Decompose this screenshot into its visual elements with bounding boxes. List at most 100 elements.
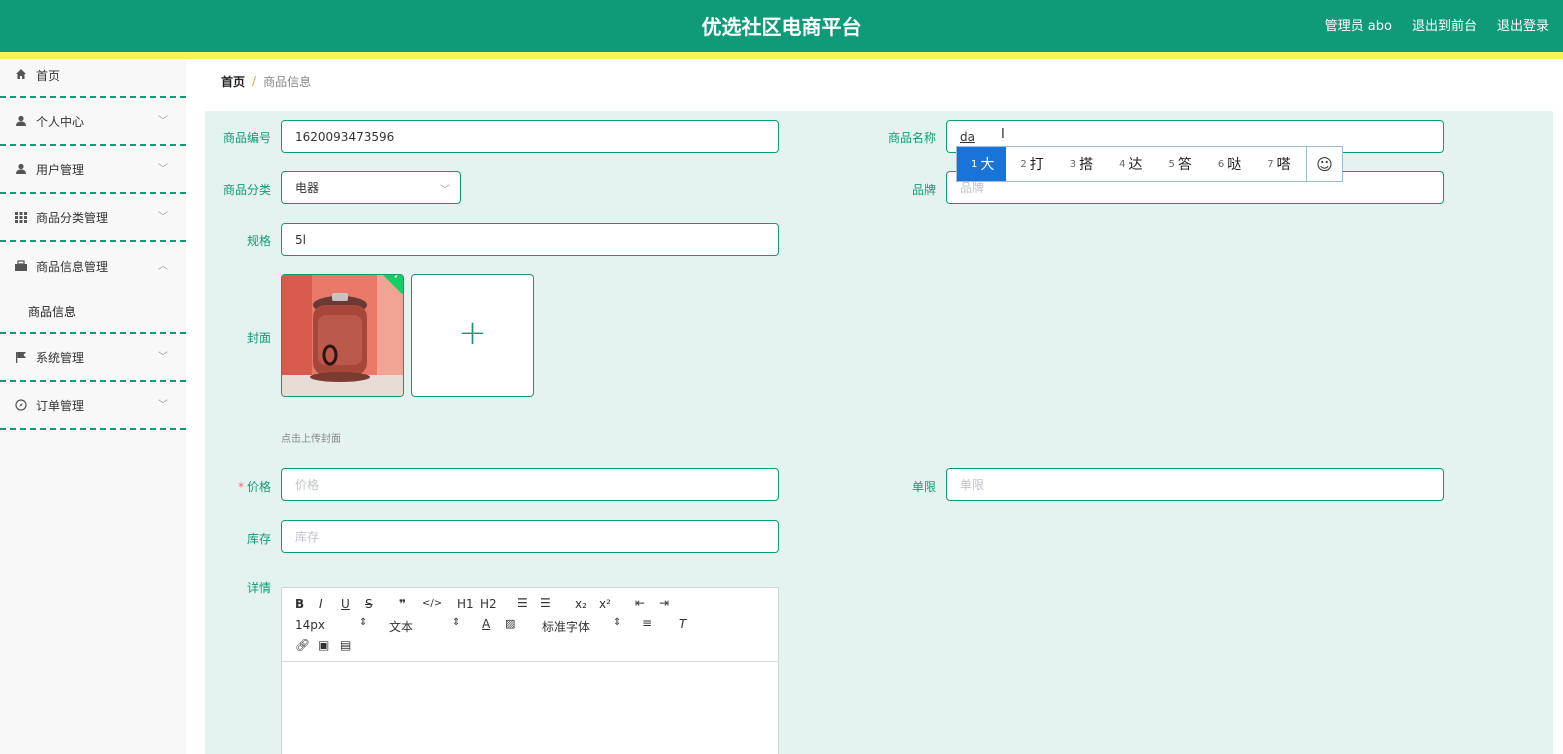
- font-family-select[interactable]: 标准字体: [542, 618, 590, 635]
- back-to-front-link[interactable]: 退出到前台: [1412, 15, 1477, 34]
- chevron-down-icon: ﹀: [440, 185, 450, 196]
- sidebar-item-category[interactable]: 商品分类管理 ﹀: [0, 194, 186, 242]
- cover-upload-hint: 点击上传封面: [281, 434, 341, 445]
- chevron-down-icon: ﹀: [158, 212, 168, 223]
- ordered-list-icon[interactable]: ☰: [517, 596, 528, 610]
- ime-candidate[interactable]: 4达: [1105, 147, 1154, 181]
- sidebar-item-label: 订单管理: [36, 398, 85, 413]
- name-input-value: da: [960, 129, 975, 144]
- required-asterisk: *: [237, 480, 244, 494]
- sidebar-item-label: 系统管理: [36, 350, 85, 365]
- align-icon[interactable]: ≡: [642, 616, 652, 630]
- breadcrumb-home[interactable]: 首页: [221, 73, 245, 90]
- ime-candidate-char: 达: [1128, 157, 1143, 173]
- name-label: 商品名称: [887, 131, 936, 145]
- blockquote-button[interactable]: ❞: [399, 597, 406, 611]
- sidebar-item-home[interactable]: 首页: [0, 59, 186, 98]
- check-icon: ✓: [393, 274, 401, 282]
- sidebar-item-label: 首页: [36, 69, 61, 83]
- font-color-icon[interactable]: A: [482, 617, 490, 631]
- product-form: 商品编号 1620093473596 商品名称 da I 商品分类 电器 ﹀ 品…: [205, 111, 1553, 754]
- stock-input[interactable]: 库存: [281, 520, 779, 553]
- breadcrumb-current: 商品信息: [263, 74, 312, 89]
- sidebar-item-product-info[interactable]: 商品信息管理 ︿: [0, 242, 186, 290]
- ime-candidate[interactable]: 3搭: [1056, 147, 1105, 181]
- strike-button[interactable]: S: [365, 597, 373, 611]
- category-select[interactable]: 电器 ﹀: [281, 171, 461, 204]
- ime-candidate[interactable]: 1大: [957, 147, 1007, 181]
- category-label: 商品分类: [222, 183, 271, 197]
- user-icon: [14, 114, 28, 128]
- ime-candidate[interactable]: 7嗒: [1253, 147, 1302, 181]
- sidebar-item-system[interactable]: 系统管理 ﹀: [0, 334, 186, 382]
- logout-link[interactable]: 退出登录: [1497, 15, 1549, 34]
- breadcrumb: 首页 / 商品信息: [205, 61, 1553, 101]
- cover-image-thumbnail[interactable]: ✓: [281, 274, 404, 397]
- ime-candidate[interactable]: 5答: [1155, 147, 1204, 181]
- sidebar-subitem-product-info[interactable]: 商品信息: [0, 290, 186, 334]
- sidebar-item-label: 用户管理: [36, 162, 85, 177]
- indent-increase-icon[interactable]: ⇥: [659, 596, 669, 610]
- chevron-down-icon: ﹀: [158, 164, 168, 175]
- ime-candidate-char: 打: [1029, 157, 1044, 173]
- code-block-button[interactable]: </>: [422, 598, 442, 609]
- sidebar-item-label: 商品分类管理: [36, 210, 109, 225]
- editor-content-area[interactable]: [282, 662, 778, 754]
- editor-toolbar: B I U S ❞ </> H1 H2 ☰ ☰ x₂ x² ⇤ ⇥ 14px ⇕…: [282, 588, 778, 662]
- price-input[interactable]: 价格: [281, 468, 779, 501]
- italic-button[interactable]: I: [319, 597, 323, 611]
- background-color-icon[interactable]: ▨: [505, 617, 515, 630]
- font-size-select[interactable]: 14px: [295, 618, 325, 632]
- text-cursor-icon: I: [1001, 127, 1005, 142]
- spec-input[interactable]: 5l: [281, 223, 779, 256]
- header1-button[interactable]: H1: [457, 597, 474, 611]
- header-actions: 管理员 abo 退出到前台 退出登录: [1325, 15, 1549, 34]
- ime-candidate-number: 5: [1168, 158, 1175, 170]
- ime-candidate-number: 7: [1267, 158, 1274, 170]
- video-icon[interactable]: ▤: [340, 638, 351, 652]
- ime-candidate-char: 答: [1177, 157, 1192, 173]
- limit-input[interactable]: 单限: [946, 468, 1444, 501]
- briefcase-icon: [14, 259, 28, 273]
- detail-label: 详情: [246, 581, 271, 595]
- sidebar-item-label: 商品信息管理: [36, 259, 109, 274]
- compass-icon: [14, 398, 28, 412]
- code-input[interactable]: 1620093473596: [281, 120, 779, 153]
- category-select-value: 电器: [295, 181, 320, 195]
- superscript-button[interactable]: x²: [599, 597, 611, 611]
- indent-decrease-icon[interactable]: ⇤: [635, 596, 645, 610]
- price-label-text: 价格: [246, 480, 271, 494]
- cover-label: 封面: [246, 331, 271, 345]
- stock-label: 库存: [246, 532, 271, 546]
- ime-candidate-popup: 1大 2打 3搭 4达 5答 6哒 7嗒 ☺: [956, 146, 1343, 182]
- user-icon: [14, 162, 28, 176]
- underline-button[interactable]: U: [341, 597, 350, 611]
- chevron-up-icon: ︿: [158, 261, 168, 272]
- subscript-button[interactable]: x₂: [575, 597, 587, 611]
- updown-icon: ⇕: [613, 617, 622, 628]
- sidebar: 首页 个人中心 ﹀ 用户管理 ﹀ 商品分类管理 ﹀ 商品信息管理 ︿ 商品信息 …: [0, 59, 186, 754]
- brand-label: 品牌: [911, 183, 936, 197]
- bold-button[interactable]: B: [295, 597, 304, 611]
- clear-format-icon[interactable]: T: [679, 617, 686, 631]
- cover-upload-button[interactable]: +: [411, 274, 534, 397]
- ime-candidate-char: 搭: [1079, 157, 1094, 173]
- ime-candidate[interactable]: 2打: [1006, 147, 1055, 181]
- top-header: 优选社区电商平台 管理员 abo 退出到前台 退出登录: [0, 0, 1563, 52]
- bullet-list-icon[interactable]: ☰: [540, 596, 551, 610]
- sidebar-item-personal[interactable]: 个人中心 ﹀: [0, 98, 186, 146]
- ime-candidate-char: 哒: [1227, 157, 1242, 173]
- chevron-down-icon: ﹀: [158, 116, 168, 127]
- image-icon[interactable]: ▣: [318, 638, 329, 652]
- rich-text-editor: B I U S ❞ </> H1 H2 ☰ ☰ x₂ x² ⇤ ⇥ 14px ⇕…: [281, 587, 779, 754]
- text-type-select[interactable]: 文本: [389, 618, 413, 635]
- ime-candidate[interactable]: 6哒: [1204, 147, 1253, 181]
- sidebar-item-users[interactable]: 用户管理 ﹀: [0, 146, 186, 194]
- link-icon[interactable]: 🔗︎: [295, 638, 310, 652]
- ime-candidate-number: 6: [1217, 158, 1225, 170]
- sidebar-item-orders[interactable]: 订单管理 ﹀: [0, 382, 186, 430]
- admin-user-label: 管理员 abo: [1324, 19, 1392, 34]
- emoji-icon[interactable]: ☺: [1306, 147, 1342, 181]
- ime-candidate-number: 2: [1020, 158, 1027, 170]
- header2-button[interactable]: H2: [480, 597, 497, 611]
